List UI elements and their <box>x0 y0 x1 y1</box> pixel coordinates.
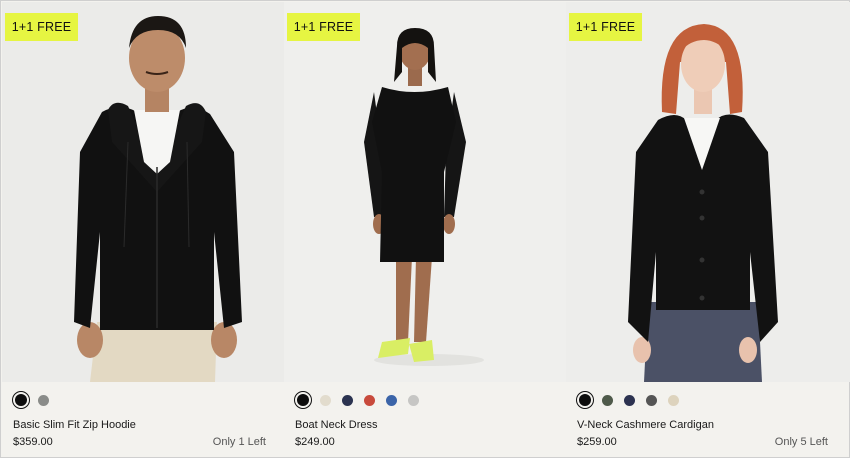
promo-badge: 1+1 FREE <box>5 13 78 41</box>
swatch-grey[interactable] <box>38 394 49 406</box>
product-image[interactable]: 1+1 FREE <box>566 2 850 382</box>
promo-badge: 1+1 FREE <box>287 13 360 41</box>
swatch-black[interactable] <box>576 391 594 409</box>
product-card[interactable]: 1+1 FREE Boat Neck Dress $249.00 <box>284 2 566 458</box>
product-name[interactable]: V-Neck Cashmere Cardigan <box>577 419 714 431</box>
hoodie-model-illustration <box>2 2 284 382</box>
product-grid: 1+1 FREE Basic Slim Fit Zip Hoodie $359.… <box>0 0 850 458</box>
product-image[interactable]: 1+1 FREE <box>2 2 284 382</box>
swatch-blue[interactable] <box>386 394 397 406</box>
color-swatches <box>12 391 60 409</box>
product-price: $359.00 <box>13 436 53 448</box>
stock-status: Only 1 Left <box>212 436 266 448</box>
product-name[interactable]: Basic Slim Fit Zip Hoodie <box>13 419 136 431</box>
swatch-olive[interactable] <box>602 394 613 406</box>
swatch-black[interactable] <box>294 391 312 409</box>
swatch-light-grey[interactable] <box>408 394 419 406</box>
product-card[interactable]: 1+1 FREE Basic Slim Fit Zip Hoodie $359.… <box>2 2 284 458</box>
swatch-red[interactable] <box>364 394 375 406</box>
promo-badge: 1+1 FREE <box>569 13 642 41</box>
product-image[interactable]: 1+1 FREE <box>284 2 566 382</box>
product-name[interactable]: Boat Neck Dress <box>295 419 378 431</box>
product-price: $249.00 <box>295 436 335 448</box>
swatch-black[interactable] <box>12 391 30 409</box>
swatch-oatmeal[interactable] <box>668 394 679 406</box>
color-swatches <box>294 391 430 409</box>
product-price: $259.00 <box>577 436 617 448</box>
swatch-cream[interactable] <box>320 394 331 406</box>
swatch-charcoal[interactable] <box>646 394 657 406</box>
cardigan-model-illustration <box>566 2 850 382</box>
swatch-navy[interactable] <box>342 394 353 406</box>
color-swatches <box>576 391 690 409</box>
stock-status: Only 5 Left <box>774 436 828 448</box>
dress-model-illustration <box>284 2 566 382</box>
swatch-navy[interactable] <box>624 394 635 406</box>
product-card[interactable]: 1+1 FREE V-Neck Cashmere Cardigan $259.0… <box>566 2 850 458</box>
